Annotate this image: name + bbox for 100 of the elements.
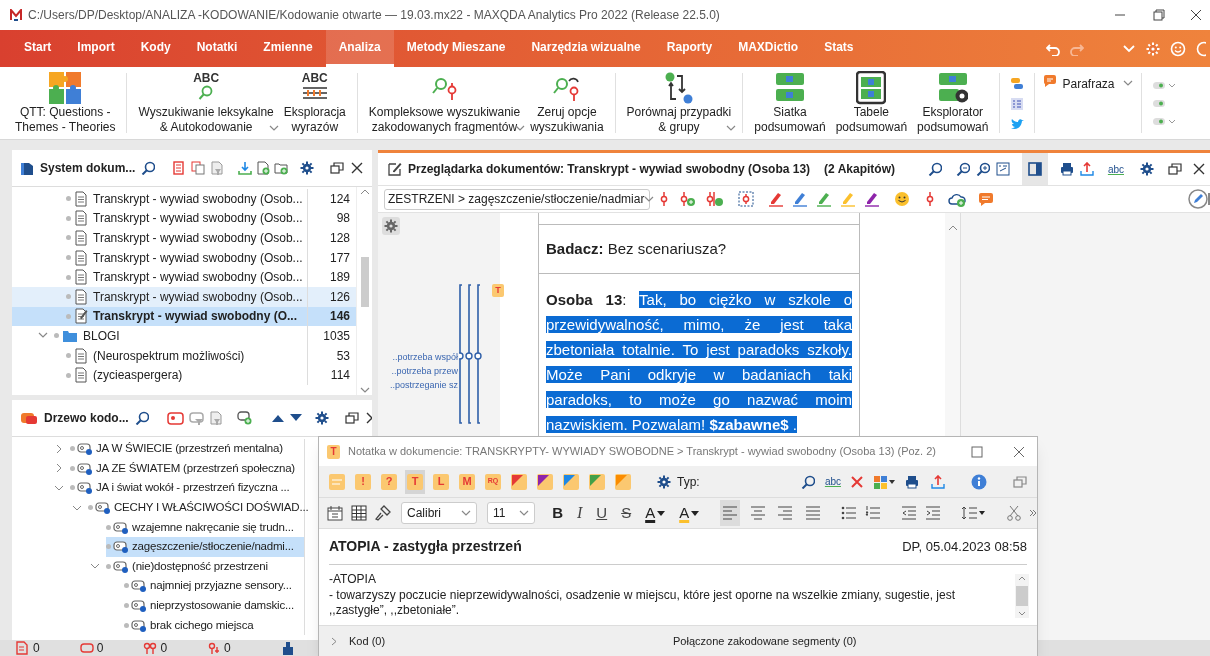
- filter-doc-icon[interactable]: [208, 411, 223, 425]
- format-button[interactable]: I: [574, 501, 586, 525]
- code-row[interactable]: nieprzystosowanie damskic...: [124, 595, 296, 616]
- code-pin-icon[interactable]: [658, 191, 670, 207]
- more-icon[interactable]: [1029, 509, 1037, 517]
- settings-icon[interactable]: [382, 217, 400, 235]
- emoji-icon[interactable]: [894, 191, 910, 207]
- scrollbar-thumb[interactable]: [1016, 586, 1028, 606]
- close-icon[interactable]: [350, 161, 365, 175]
- cut-icon[interactable]: [1007, 505, 1021, 521]
- move-down-icon[interactable]: [288, 413, 303, 423]
- code-row[interactable]: CECHY I WŁAŚCIWOŚCI DOŚWIAD...: [88, 497, 311, 518]
- import-icon[interactable]: [238, 161, 253, 175]
- restore-icon[interactable]: [1153, 9, 1165, 21]
- memo-text[interactable]: -ATOPIA - towarzyszy poczucie nieprzewidywalności, osadzenie w miejscu, które jest oporne na wszelkie zmiany, sugestie, jest ,,zastygłe”, ,,zbetoniałe”.: [329, 572, 1015, 625]
- close-icon[interactable]: [1192, 162, 1206, 176]
- code-row[interactable]: brak cichego miejsca: [124, 615, 256, 635]
- tags-icon[interactable]: [1010, 75, 1025, 90]
- highlighter-icon[interactable]: [792, 191, 808, 207]
- comment-icon[interactable]: [978, 191, 994, 207]
- undo-icon[interactable]: [1046, 41, 1060, 56]
- filter-doc-icon[interactable]: [210, 161, 225, 175]
- edit-mode-icon[interactable]: [1188, 189, 1210, 209]
- coding-stripe-label[interactable]: ..potrzeba współ: [392, 350, 458, 364]
- highlighter-icon[interactable]: [864, 191, 880, 207]
- search-icon[interactable]: [927, 162, 942, 176]
- info-icon[interactable]: [971, 473, 987, 490]
- settings-icon[interactable]: [1140, 162, 1154, 176]
- font-size-dropdown[interactable]: 11: [487, 502, 536, 524]
- code-row[interactable]: JA i świat wokół - przestrzeń fizyczna ...: [70, 478, 292, 498]
- zoom-in-icon[interactable]: [975, 162, 990, 176]
- search-icon[interactable]: [134, 411, 149, 425]
- document-row[interactable]: Transkrypt - wywiad swobodny (Osob... 128: [12, 228, 356, 248]
- close-icon[interactable]: [1013, 445, 1025, 458]
- panel-toggle-button[interactable]: [1021, 153, 1048, 185]
- settings-icon[interactable]: [314, 411, 329, 425]
- bird-icon[interactable]: [1010, 117, 1025, 131]
- export-icon[interactable]: [1079, 162, 1094, 176]
- settings-icon[interactable]: [657, 474, 671, 489]
- menu-tab[interactable]: Zmienne: [250, 30, 326, 67]
- print-icon[interactable]: [1059, 162, 1074, 176]
- restore-icon[interactable]: [1168, 162, 1182, 176]
- scroll-up-icon[interactable]: [947, 225, 958, 231]
- export-icon[interactable]: [931, 474, 945, 489]
- print-icon[interactable]: [905, 474, 919, 489]
- format-button[interactable]: B: [549, 501, 566, 525]
- code-list-icon[interactable]: [166, 411, 185, 425]
- toggle-icon[interactable]: [1152, 116, 1177, 126]
- maximize-icon[interactable]: [971, 445, 983, 458]
- new-folder-icon[interactable]: [274, 161, 289, 175]
- document-row[interactable]: (Neurospektrum możliwości) 53: [12, 345, 356, 366]
- format-button[interactable]: A: [676, 501, 703, 525]
- paraphrase-button[interactable]: Parafraza: [1041, 67, 1136, 93]
- ribbon-button[interactable]: Zeruj opcje wyszukiwania: [525, 67, 609, 139]
- scroll-up-icon[interactable]: [1018, 576, 1026, 581]
- format-button[interactable]: A: [642, 501, 669, 525]
- menu-tab[interactable]: Notatki: [183, 30, 251, 67]
- menu-tab[interactable]: Import: [64, 30, 128, 67]
- document-row[interactable]: (zycieaspergera) 114: [12, 365, 356, 385]
- code-row[interactable]: zagęszczenie/stłoczenie/nadmi...: [106, 536, 304, 557]
- settings-icon[interactable]: [300, 161, 315, 175]
- code-filter-icon[interactable]: [188, 411, 205, 425]
- restore-icon[interactable]: [344, 411, 359, 425]
- font-dropdown[interactable]: Calibri: [401, 502, 478, 524]
- highlighter-icon[interactable]: [768, 191, 784, 207]
- coding-stripe-label[interactable]: ..postrzeganie sz: [389, 378, 458, 392]
- scroll-up-icon[interactable]: [359, 189, 370, 195]
- help-icon[interactable]: [1196, 40, 1206, 57]
- menu-tab[interactable]: Metody Mieszane: [393, 30, 519, 67]
- document-row[interactable]: Transkrypt - wywiad swobodny (O... 146: [12, 306, 356, 327]
- restore-icon[interactable]: [330, 161, 345, 175]
- ribbon-button[interactable]: ABC Wyszukiwanie leksykalne & Autokodowanie: [133, 67, 279, 139]
- scroll-down-icon[interactable]: [359, 387, 370, 393]
- format-button[interactable]: U: [593, 501, 611, 525]
- document-row[interactable]: Transkrypt - wywiad swobodny (Osob... 189: [12, 267, 356, 287]
- smiley-icon[interactable]: [1170, 40, 1186, 57]
- code-row[interactable]: JA ZE ŚWIATEM (przestrzeń społeczna): [70, 458, 297, 479]
- ribbon-button[interactable]: Porównaj przypadki & grupy: [621, 67, 737, 139]
- scroll-down-icon[interactable]: [1018, 611, 1026, 616]
- align-left-button[interactable]: [720, 500, 740, 526]
- code-pin-icon[interactable]: [924, 191, 936, 207]
- document-row[interactable]: Transkrypt - wywiad swobodny (Osob... 126: [12, 286, 356, 307]
- table-icon[interactable]: [351, 505, 367, 521]
- ribbon-button[interactable]: Siatka podsumowań: [749, 67, 831, 139]
- new-code-icon[interactable]: [236, 411, 253, 425]
- cloud-add-icon[interactable]: [948, 191, 966, 207]
- document-row[interactable]: Transkrypt - wywiad swobodny (Osob... 98: [12, 208, 356, 229]
- menu-tab[interactable]: Kody: [127, 30, 184, 67]
- ribbon-button[interactable]: Tabele podsumowań: [830, 67, 913, 139]
- add-code-icon[interactable]: [678, 191, 696, 207]
- calendar-icon[interactable]: [327, 505, 343, 521]
- indent-icon[interactable]: [925, 505, 941, 521]
- checklist-icon[interactable]: [1010, 96, 1025, 111]
- menu-tab[interactable]: Start: [11, 30, 65, 67]
- document-row[interactable]: Transkrypt - wywiad swobodny (Osob... 124: [12, 189, 356, 209]
- coding-stripes-drawing[interactable]: [459, 284, 483, 424]
- code-row[interactable]: (nie)dostępność przestrzeni: [106, 556, 270, 577]
- tool-icon[interactable]: [280, 641, 295, 655]
- ribbon-button[interactable]: Eksplorator podsumowań: [912, 67, 994, 139]
- scrollbar-thumb[interactable]: [360, 257, 369, 307]
